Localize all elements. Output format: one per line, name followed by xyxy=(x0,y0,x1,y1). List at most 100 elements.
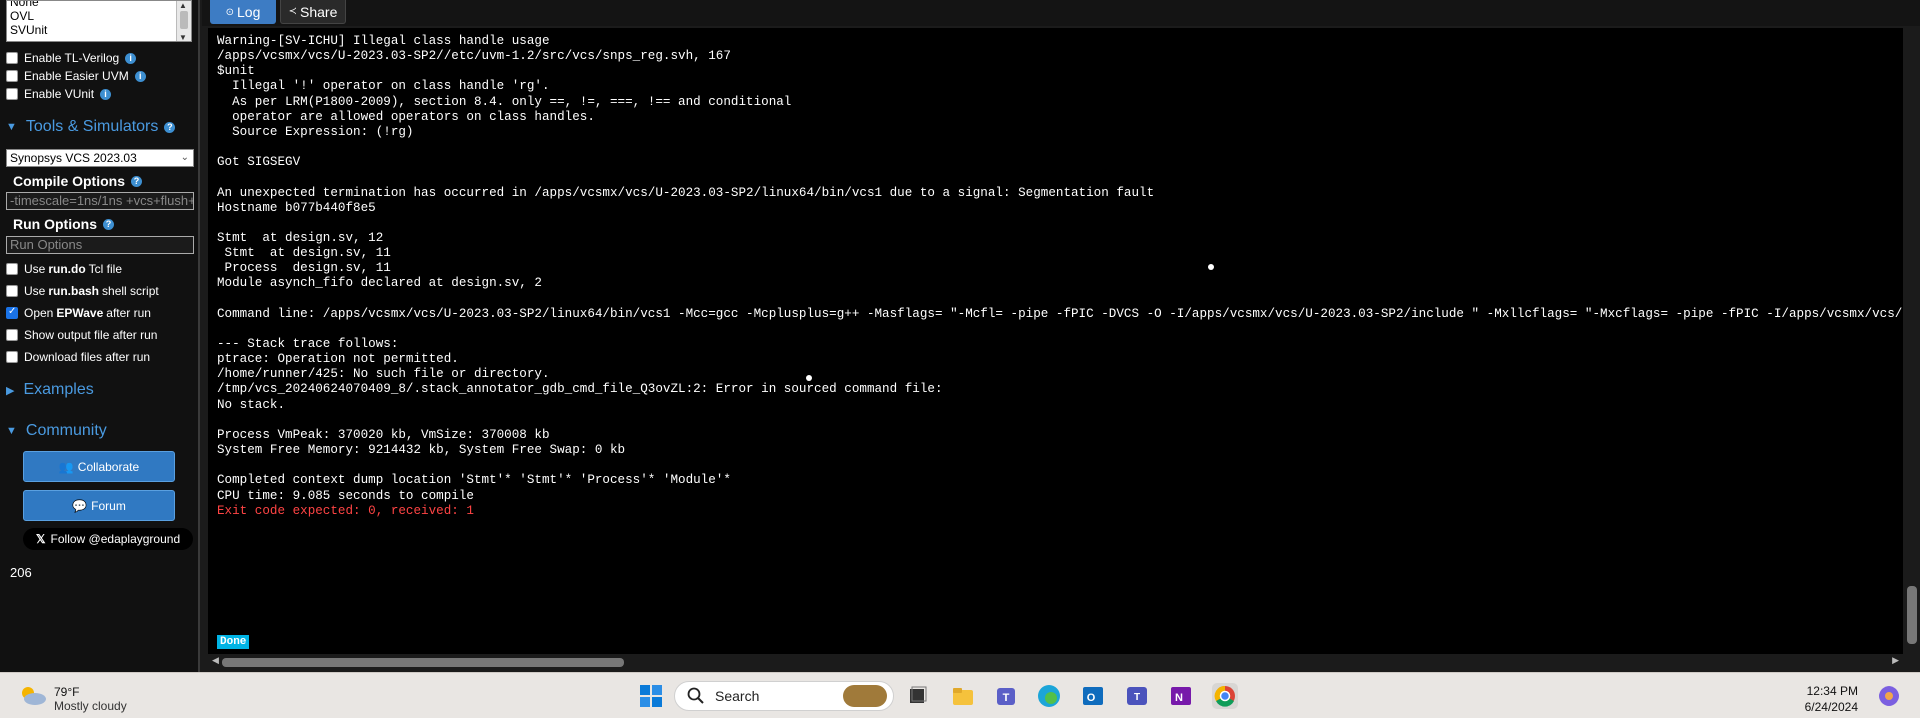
log-line: ptrace: Operation not permitted. xyxy=(217,352,459,367)
search-icon xyxy=(687,687,704,704)
log-line: No stack. xyxy=(217,397,286,412)
library-option[interactable]: SVUnit xyxy=(7,23,191,37)
examples-section[interactable]: ▶ Examples xyxy=(6,380,94,400)
checkbox-label-post: after run xyxy=(106,306,151,320)
log-horizontal-scrollbar[interactable]: ◀ ▶ xyxy=(208,654,1903,670)
log-line: --- Stack trace follows: xyxy=(217,337,399,351)
log-line: As per LRM(P1800-2009), section 8.4. onl… xyxy=(217,94,792,109)
checkbox-label-bold: run.bash xyxy=(48,284,100,298)
collaborate-button[interactable]: 👥 Collaborate xyxy=(23,451,175,482)
checkbox-label-pre: Use xyxy=(24,262,46,276)
checkbox-label-pre: Use xyxy=(24,284,46,298)
libraries-listbox[interactable]: None OVL SVUnit ▲ ▼ xyxy=(6,0,192,42)
tab-log[interactable]: ⊙ Log xyxy=(210,0,276,24)
help-icon[interactable]: ? xyxy=(131,175,142,187)
scroll-thumb[interactable] xyxy=(1907,586,1917,644)
weather-widget[interactable]: 79°F Mostly cloudy xyxy=(18,685,127,713)
checkbox-box[interactable] xyxy=(6,70,18,82)
help-icon[interactable]: ? xyxy=(164,121,176,133)
svg-text:N: N xyxy=(1175,692,1183,704)
checkbox-label: Show output file after run xyxy=(24,328,158,342)
teams-new-icon[interactable]: T xyxy=(1124,683,1150,709)
checkbox-box[interactable] xyxy=(6,88,18,100)
task-view-icon[interactable] xyxy=(904,683,930,709)
help-icon[interactable]: i xyxy=(125,52,137,64)
log-line: Process design.sv, 11 xyxy=(217,261,391,276)
log-line: System Free Memory: 9214432 kb, System F… xyxy=(217,443,626,458)
checkbox-box[interactable] xyxy=(6,263,18,275)
download-files-checkbox[interactable]: Download files after run xyxy=(6,349,150,365)
checkbox-box[interactable] xyxy=(6,285,18,297)
cursor-marker xyxy=(1208,264,1214,270)
log-line: Stmt at design.sv, 12 xyxy=(217,230,384,245)
svg-text:T: T xyxy=(1134,692,1140,703)
section-title: Examples xyxy=(23,381,94,398)
scroll-down-arrow-icon[interactable]: ▼ xyxy=(179,33,187,41)
results-tabbar: ⊙ Log ≺ Share xyxy=(202,0,1920,26)
windows-taskbar: 79°F Mostly cloudy Search T O T N 12:34 … xyxy=(0,672,1920,718)
enable-vunit-checkbox[interactable]: Enable VUnit i xyxy=(6,86,112,102)
log-error-line: Exit code expected: 0, received: 1 xyxy=(217,503,474,518)
temperature: 79°F xyxy=(54,685,80,699)
checkbox-box[interactable] xyxy=(6,351,18,363)
compile-options-input[interactable]: -timescale=1ns/1ns +vcs+flush+all xyxy=(6,192,194,210)
scroll-up-arrow-icon[interactable]: ▲ xyxy=(179,1,187,10)
checkbox-label-pre: Open xyxy=(24,306,54,320)
use-run-bash-checkbox[interactable]: Use run.bash shell script xyxy=(6,283,159,299)
sidebar: None OVL SVUnit ▲ ▼ Enable TL-Verilog i … xyxy=(0,0,200,672)
start-icon[interactable] xyxy=(638,683,664,709)
clock-date: 6/24/2024 xyxy=(1804,700,1858,714)
x-logo-icon: 𝕏 xyxy=(35,532,46,546)
log-line: operator are allowed operators on class … xyxy=(217,109,595,124)
outlook-icon[interactable]: O xyxy=(1080,683,1106,709)
taskbar-search[interactable]: Search xyxy=(674,681,894,711)
help-icon[interactable]: i xyxy=(134,70,146,82)
community-section[interactable]: ▼ Community xyxy=(6,421,107,441)
simulator-select[interactable]: Synopsys VCS 2023.03 ⌄ xyxy=(6,149,194,167)
help-icon[interactable]: i xyxy=(100,88,112,100)
checkbox-box-checked[interactable] xyxy=(6,306,18,319)
teams-icon[interactable]: T xyxy=(994,683,1020,709)
file-explorer-icon[interactable] xyxy=(950,683,976,709)
checkbox-label: Enable TL-Verilog xyxy=(24,51,120,65)
cloudy-weather-icon xyxy=(22,687,46,705)
checkbox-label: Download files after run xyxy=(24,350,151,364)
follow-x-button[interactable]: 𝕏 Follow @edaplayground xyxy=(23,528,193,550)
library-option[interactable]: OVL xyxy=(7,9,191,23)
help-icon[interactable]: ? xyxy=(103,218,114,230)
checkbox-box[interactable] xyxy=(6,329,18,341)
enable-easier-uvm-checkbox[interactable]: Enable Easier UVM i xyxy=(6,68,146,84)
library-option[interactable]: None xyxy=(7,1,191,9)
clock-time: 12:34 PM xyxy=(1806,684,1858,698)
log-line: Command line: /apps/vcsmx/vcs/U-2023.03-… xyxy=(217,306,1903,321)
tools-simulators-section[interactable]: ▼ Tools & Simulators ? xyxy=(6,117,176,137)
scroll-thumb[interactable] xyxy=(180,11,188,29)
button-label: Follow @edaplayground xyxy=(50,532,181,546)
tab-share[interactable]: ≺ Share xyxy=(280,0,346,24)
log-icon: ⊙ xyxy=(225,6,235,18)
scroll-thumb[interactable] xyxy=(222,658,624,667)
log-line: CPU time: 9.085 seconds to compile xyxy=(217,488,474,503)
count-text: 206 xyxy=(10,565,32,580)
use-run-do-checkbox[interactable]: Use run.do Tcl file xyxy=(6,261,122,277)
copilot-icon[interactable] xyxy=(1876,683,1902,709)
log-vertical-scrollbar[interactable] xyxy=(1903,28,1920,654)
run-options-input[interactable]: Run Options xyxy=(6,236,194,254)
scroll-left-arrow-icon[interactable]: ◀ xyxy=(212,655,219,666)
tab-label: Share xyxy=(300,3,338,20)
scroll-right-arrow-icon[interactable]: ▶ xyxy=(1892,655,1899,666)
enable-tl-verilog-checkbox[interactable]: Enable TL-Verilog i xyxy=(6,50,137,66)
open-epwave-checkbox[interactable]: Open EPWave after run xyxy=(6,305,151,321)
forum-button[interactable]: 💬 Forum xyxy=(23,490,175,521)
checkbox-label-post: Tcl file xyxy=(88,262,123,276)
chrome-icon[interactable] xyxy=(1212,683,1238,709)
show-output-file-checkbox[interactable]: Show output file after run xyxy=(6,327,157,343)
system-clock[interactable]: 12:34 PM 6/24/2024 xyxy=(1800,683,1858,715)
log-output[interactable]: Warning-[SV-ICHU] Illegal class handle u… xyxy=(208,28,1903,654)
checkbox-label-post: shell script xyxy=(102,284,159,298)
compile-options-text: Compile Options xyxy=(13,173,125,189)
edge-icon[interactable] xyxy=(1036,683,1062,709)
checkbox-box[interactable] xyxy=(6,52,18,64)
listbox-scrollbar[interactable]: ▲ ▼ xyxy=(176,1,191,41)
onenote-icon[interactable]: N xyxy=(1168,683,1194,709)
